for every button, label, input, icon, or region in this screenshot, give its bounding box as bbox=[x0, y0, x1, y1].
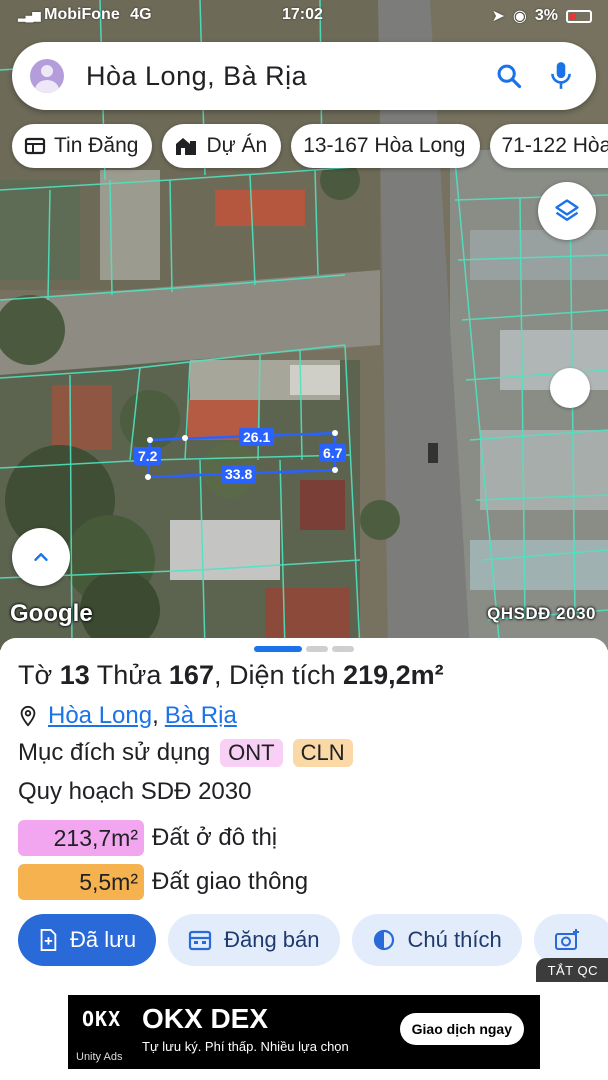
ad-title: OKX DEX bbox=[142, 1003, 269, 1034]
layers-icon bbox=[555, 199, 579, 221]
parcel-title: Tờ 13 Thửa 167, Diện tích 219,2m² bbox=[18, 660, 444, 691]
chip-label: 13-167 Hòa Long bbox=[303, 134, 466, 157]
ad-cta-button[interactable]: Giao dịch ngay bbox=[399, 1013, 524, 1045]
sheet-label: Tờ bbox=[18, 660, 53, 690]
page-indicator-dot bbox=[306, 646, 328, 652]
location-arrow-icon: ➤ bbox=[491, 8, 505, 25]
saved-button[interactable]: Đã lưu bbox=[18, 914, 157, 966]
ad-provider: Unity Ads bbox=[76, 1051, 123, 1063]
area-value-box: 213,7m² bbox=[18, 820, 144, 856]
area-row-transport: 5,5m² Đất giao thông bbox=[18, 864, 308, 900]
post-sale-button[interactable]: Đăng bán bbox=[168, 914, 340, 966]
signal-icon: ▂▄▆ bbox=[18, 10, 41, 22]
button-label: Đã lưu bbox=[70, 927, 137, 952]
legend-button[interactable]: Chú thích bbox=[351, 914, 522, 966]
page-indicator-dot bbox=[332, 646, 354, 652]
chip-label: Dự Án bbox=[206, 134, 268, 157]
dimension-label-bottom: 33.8 bbox=[221, 465, 257, 483]
button-label: Chú thích bbox=[407, 927, 502, 952]
dimension-label-top: 26.1 bbox=[239, 428, 275, 446]
newspaper-icon bbox=[24, 137, 46, 155]
chip-label: 71-122 Hòa Long bbox=[501, 134, 608, 157]
area-label: Đất ở đô thị bbox=[152, 824, 278, 851]
close-ad-button[interactable]: TẮT QC bbox=[535, 958, 608, 982]
dimension-label-left: 7.2 bbox=[134, 447, 162, 465]
microphone-icon[interactable] bbox=[544, 59, 578, 93]
purpose-tag-ont: ONT bbox=[220, 739, 283, 767]
camera-add-icon bbox=[554, 929, 579, 950]
area-value-box: 5,5m² bbox=[18, 864, 144, 900]
chip-parcel-13-167[interactable]: 13-167 Hòa Long bbox=[291, 124, 480, 168]
chip-label: Tin Đăng bbox=[54, 134, 139, 157]
parcel-location: Hòa Long, Bà Rịa bbox=[18, 702, 237, 730]
search-bar[interactable]: Hòa Long, Bà Rịa bbox=[12, 42, 596, 110]
chip-tin-dang[interactable]: Tin Đăng bbox=[12, 124, 153, 168]
city-link[interactable]: Bà Rịa bbox=[165, 702, 237, 730]
parcel-number: 167 bbox=[168, 660, 214, 690]
contrast-icon bbox=[373, 929, 394, 951]
area-label: , Diện tích bbox=[213, 660, 336, 690]
google-attribution: Google bbox=[10, 600, 93, 627]
plan-title: Quy hoạch SDĐ 2030 bbox=[18, 778, 252, 805]
location-separator: , bbox=[152, 702, 159, 729]
battery-icon bbox=[566, 9, 592, 23]
status-right: ➤ ◉ 3% bbox=[491, 6, 592, 26]
map-handle-button[interactable] bbox=[550, 368, 590, 408]
calendar-icon bbox=[188, 930, 212, 951]
parcel-label: Thửa bbox=[96, 660, 162, 690]
chevron-up-icon bbox=[34, 553, 48, 561]
search-icon[interactable] bbox=[492, 59, 526, 93]
ad-subtitle: Tự lưu ký. Phí thấp. Nhiều lựa chọn bbox=[142, 1039, 349, 1054]
ward-link[interactable]: Hòa Long bbox=[48, 702, 152, 730]
expand-sheet-button[interactable] bbox=[12, 528, 70, 586]
area-label: Đất giao thông bbox=[152, 868, 309, 895]
status-bar: ▂▄▆ MobiFone 4G 17:02 ➤ ◉ 3% bbox=[0, 0, 608, 32]
layers-button[interactable] bbox=[538, 182, 596, 240]
bookmark-add-icon bbox=[40, 929, 57, 951]
carrier-name: MobiFone bbox=[44, 6, 120, 23]
carrier-info: ▂▄▆ MobiFone 4G bbox=[18, 6, 152, 24]
filter-chips: Tin Đăng Dự Án 13-167 Hòa Long 71-122 Hò… bbox=[12, 124, 608, 168]
location-pin-icon bbox=[20, 705, 36, 727]
purpose-tag-cln: CLN bbox=[292, 739, 353, 767]
sheet-number: 13 bbox=[59, 660, 90, 690]
search-input[interactable]: Hòa Long, Bà Rịa bbox=[86, 61, 492, 92]
page-indicator[interactable] bbox=[254, 646, 354, 652]
button-label: Đăng bán bbox=[224, 927, 320, 952]
satellite-map[interactable]: 26.1 6.7 7.2 33.8 ▂▄▆ MobiFone 4G 17:02 … bbox=[0, 0, 608, 650]
okx-logo: OKX bbox=[82, 1007, 122, 1031]
rotation-lock-icon: ◉ bbox=[512, 8, 527, 25]
area-row-urban-residential: 213,7m² Đất ở đô thị bbox=[18, 820, 277, 856]
page-indicator-dot bbox=[254, 646, 302, 652]
chip-du-an[interactable]: Dự Án bbox=[162, 124, 282, 168]
dimension-label-right: 6.7 bbox=[319, 444, 347, 462]
purpose-label: Mục đích sử dụng bbox=[18, 739, 211, 766]
map-layer-label: QHSDĐ 2030 bbox=[487, 604, 596, 623]
network-type: 4G bbox=[130, 6, 152, 23]
building-icon bbox=[176, 138, 197, 155]
area-value: 219,2m² bbox=[343, 660, 444, 690]
chip-parcel-71-122[interactable]: 71-122 Hòa Long bbox=[489, 124, 608, 168]
land-use-purpose: Mục đích sử dụng ONT CLN bbox=[18, 739, 353, 767]
avatar[interactable] bbox=[30, 59, 64, 93]
ad-banner[interactable]: OKX OKX DEX Tự lưu ký. Phí thấp. Nhiều l… bbox=[68, 995, 540, 1069]
clock: 17:02 bbox=[282, 6, 323, 23]
action-buttons: Đã lưu Đăng bán Chú thích bbox=[18, 914, 608, 966]
battery-percent: 3% bbox=[534, 7, 558, 24]
